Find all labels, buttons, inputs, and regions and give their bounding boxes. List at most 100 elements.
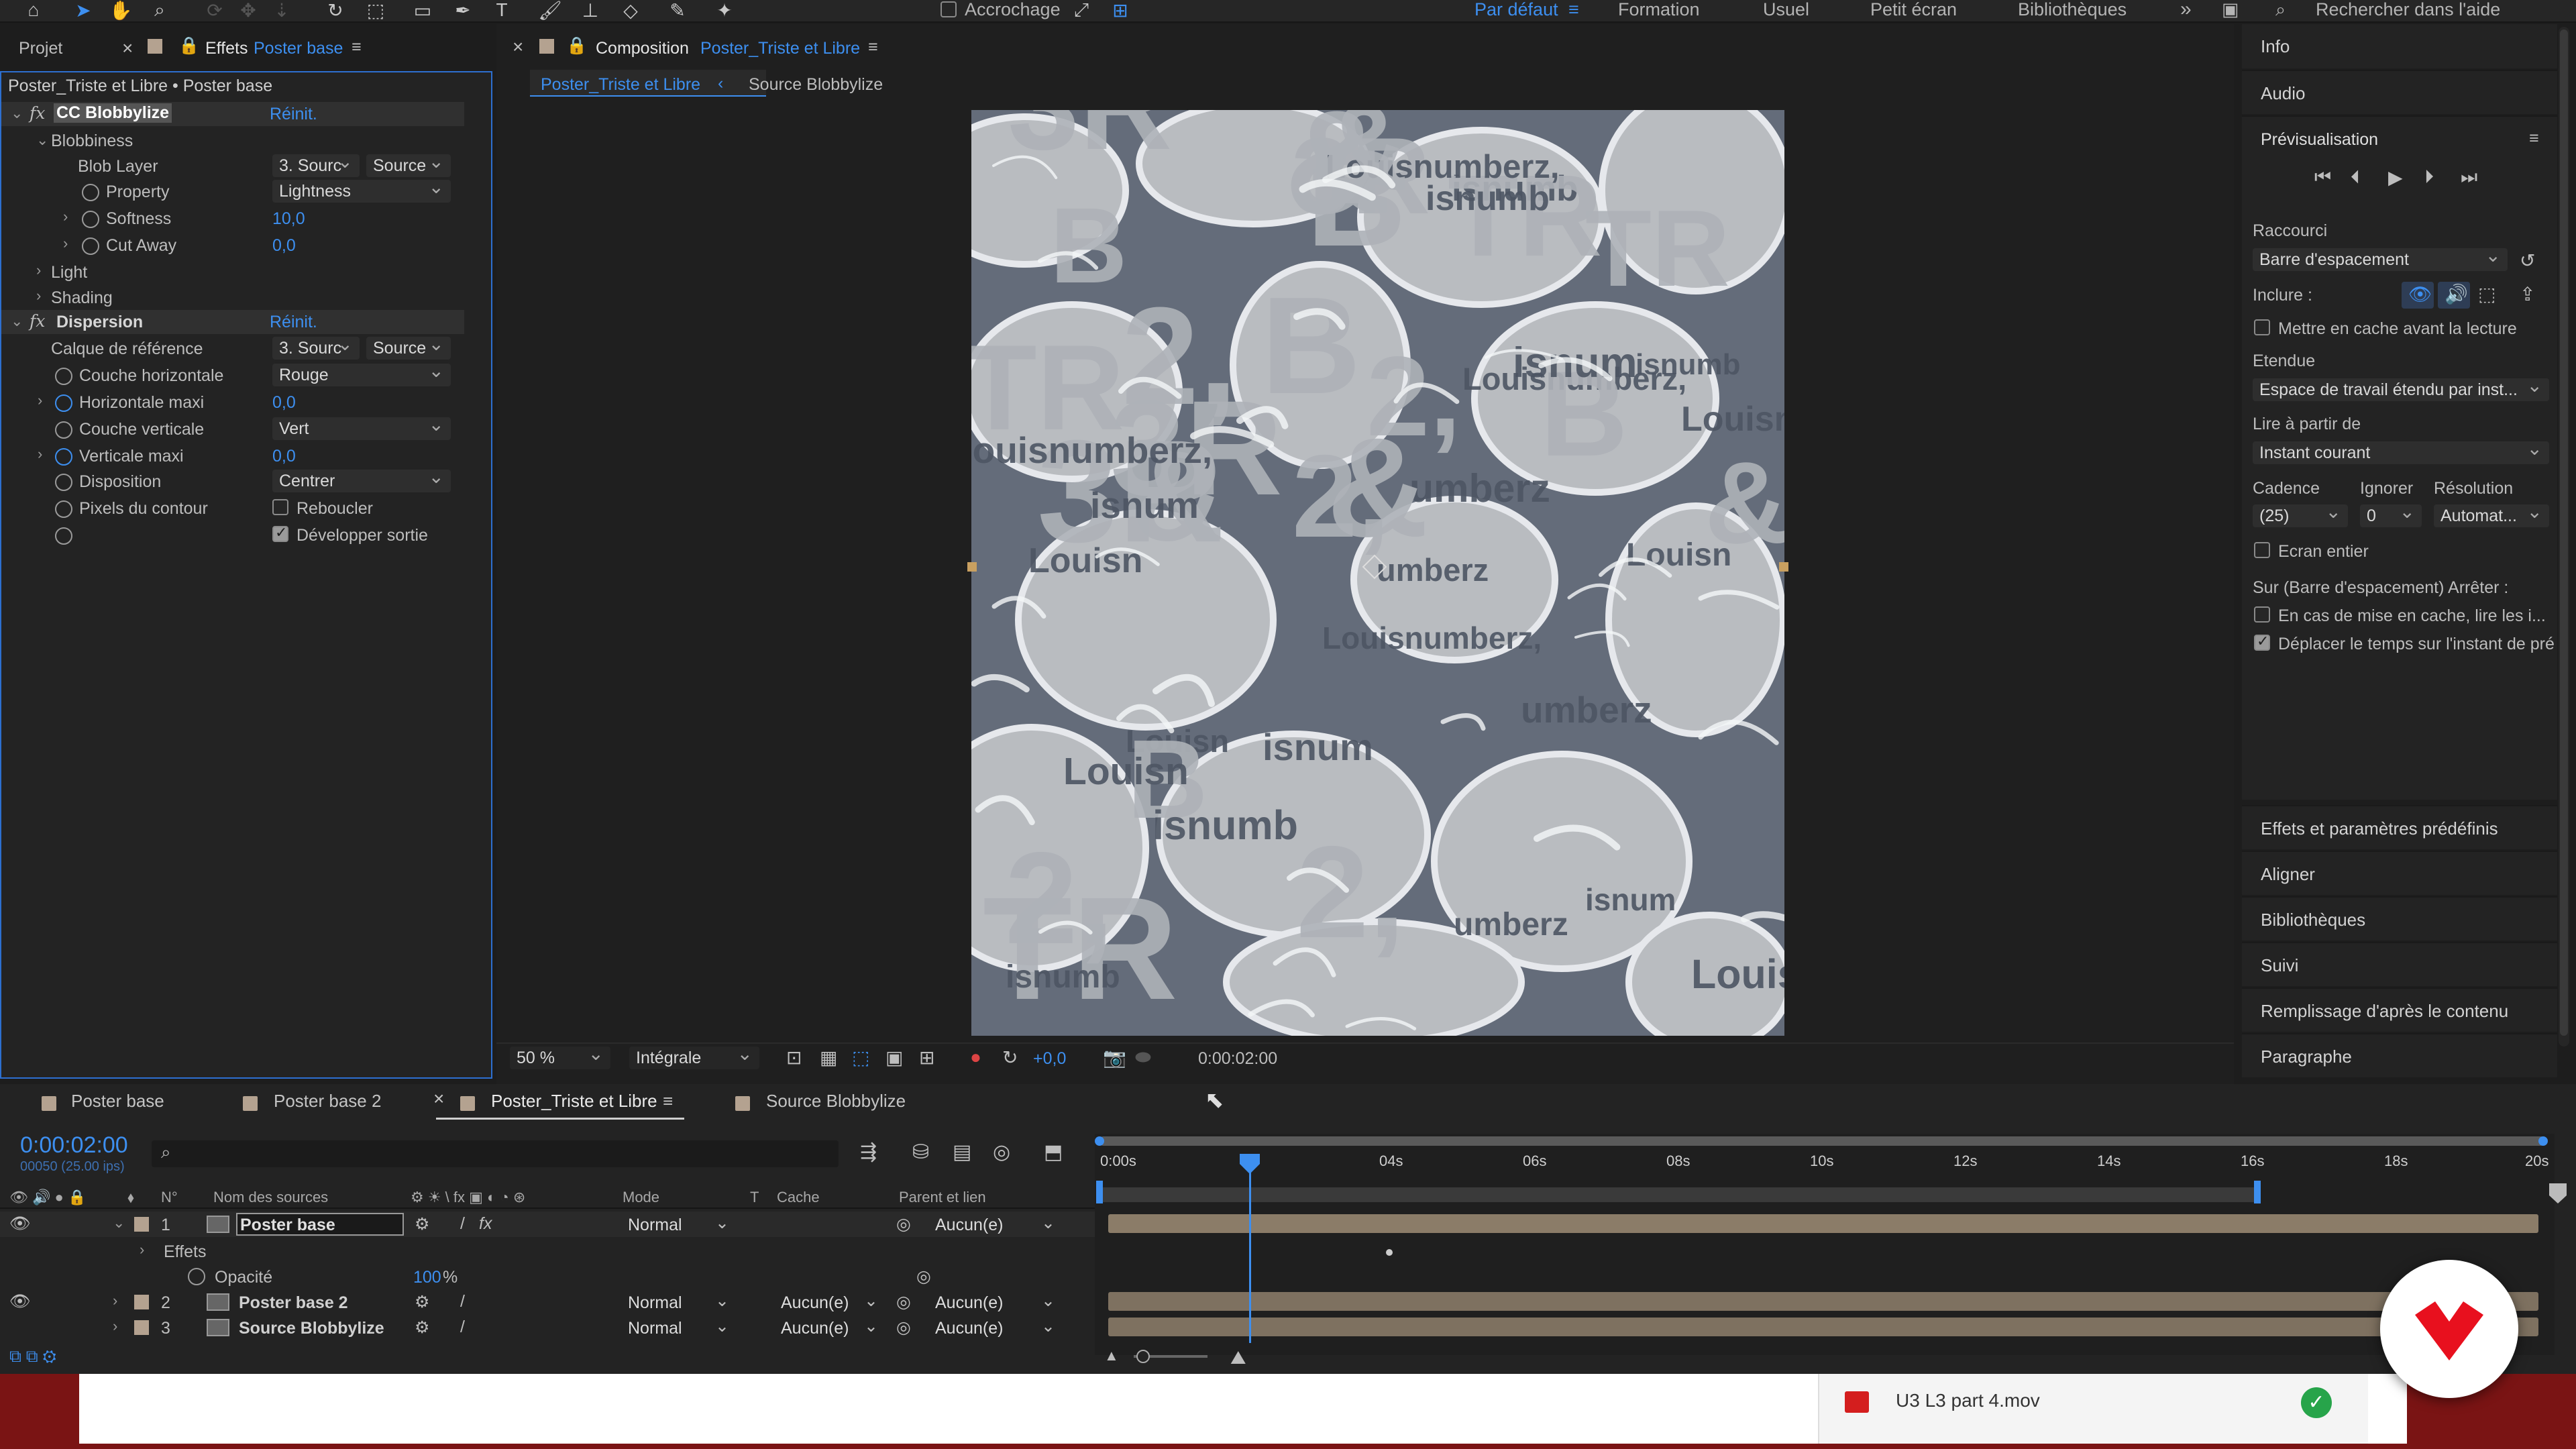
zoom-slider-thumb[interactable] bbox=[1136, 1350, 1150, 1363]
effects-row-label[interactable]: Effets bbox=[164, 1242, 206, 1262]
show-snapshot-icon[interactable]: ⬬ bbox=[1135, 1046, 1151, 1069]
chevron-right-icon[interactable]: › bbox=[113, 1292, 117, 1309]
tab-project[interactable]: Projet bbox=[19, 39, 62, 58]
work-area-scroll[interactable] bbox=[1099, 1136, 2545, 1146]
quality-switch-icon[interactable]: / bbox=[460, 1292, 465, 1311]
timeline-search-input[interactable] bbox=[152, 1140, 839, 1167]
audio-panel-header[interactable]: Audio bbox=[2242, 70, 2557, 114]
zoom-out-icon[interactable]: ▲ bbox=[1104, 1347, 1119, 1364]
stopwatch-icon[interactable] bbox=[55, 474, 72, 491]
dolly-icon[interactable]: ⇣ bbox=[268, 0, 295, 21]
workspace-menu-icon[interactable]: ≡ bbox=[1568, 0, 1579, 20]
scrollbar-thumb[interactable] bbox=[2560, 30, 2568, 1036]
workspace-petit-ecran[interactable]: Petit écran bbox=[1870, 0, 1957, 20]
paragraph-header[interactable]: Paragraphe bbox=[2242, 1033, 2557, 1077]
chevron-down-icon[interactable]: ⌄ bbox=[864, 1316, 878, 1336]
workspace-par-defaut[interactable]: Par défaut bbox=[1474, 0, 1558, 20]
layer-bar-1[interactable] bbox=[1108, 1214, 2538, 1233]
wrap-checkbox[interactable] bbox=[272, 499, 288, 515]
search-icon[interactable]: ⌕ bbox=[2275, 0, 2286, 20]
pickwhip-icon[interactable]: ◎ bbox=[916, 1267, 931, 1287]
layer-parent[interactable]: Aucun(e) bbox=[935, 1319, 1003, 1338]
opacity-value[interactable]: 100 bbox=[413, 1268, 441, 1287]
cache-before-checkbox[interactable] bbox=[2254, 319, 2270, 335]
tab-effects[interactable]: Effets bbox=[205, 39, 248, 58]
first-frame-icon[interactable]: ⏮ bbox=[2314, 166, 2331, 189]
layer-row-2[interactable]: 👁 › 2 Poster base 2 ⚙ / Normal ⌄ Aucun(e… bbox=[0, 1289, 1095, 1315]
workspace-bibliotheques[interactable]: Bibliothèques bbox=[2018, 0, 2127, 20]
layer-parent[interactable]: Aucun(e) bbox=[935, 1216, 1003, 1235]
work-area-bar[interactable] bbox=[1102, 1187, 2255, 1202]
stopwatch-icon[interactable] bbox=[188, 1268, 205, 1285]
layer-name[interactable]: Source Blobbylize bbox=[239, 1319, 384, 1338]
eraser-icon[interactable]: ◇ bbox=[617, 0, 644, 21]
clone-stamp-icon[interactable]: ⊥ bbox=[577, 0, 604, 21]
close-icon[interactable]: × bbox=[513, 36, 523, 58]
chevron-right-icon[interactable]: › bbox=[38, 392, 42, 409]
graph-editor-icon[interactable]: ⬒ bbox=[1044, 1140, 1063, 1164]
chevron-down-icon[interactable]: ⌄ bbox=[1041, 1291, 1055, 1311]
transparency-grid-icon[interactable]: ▦ bbox=[820, 1046, 837, 1069]
timeline-tab-poster-base-2[interactable]: Poster base 2 bbox=[274, 1091, 381, 1112]
canvas-handle-right[interactable] bbox=[1779, 562, 1788, 572]
chevron-right-icon[interactable]: › bbox=[36, 287, 41, 305]
breadcrumb-active-label[interactable]: Poster_Triste et Libre bbox=[541, 75, 700, 95]
layer-bar-2[interactable] bbox=[1108, 1292, 2538, 1311]
brush-icon[interactable]: 🖌 bbox=[537, 0, 564, 21]
layout-dropdown[interactable]: Centrer bbox=[272, 470, 451, 492]
motion-blur-icon[interactable]: ◎ bbox=[993, 1140, 1010, 1164]
v-max-value[interactable]: 0,0 bbox=[272, 447, 296, 466]
cut-away-value[interactable]: 0,0 bbox=[272, 236, 296, 256]
snapping-checkbox[interactable] bbox=[941, 1, 957, 17]
rotate-icon[interactable]: ↻ bbox=[322, 0, 349, 21]
fx-icon[interactable]: fx bbox=[30, 103, 45, 123]
quality-switch-icon[interactable]: / bbox=[460, 1318, 465, 1337]
close-icon[interactable]: × bbox=[433, 1088, 444, 1110]
stopwatch-icon[interactable] bbox=[82, 211, 99, 228]
work-area-in-marker[interactable] bbox=[1096, 1181, 1103, 1203]
rectangle-icon[interactable]: ▭ bbox=[409, 0, 436, 21]
layer-row-3[interactable]: › 3 Source Blobbylize ⚙ / Normal ⌄ Aucun… bbox=[0, 1315, 1095, 1340]
layer-mode[interactable]: Normal bbox=[628, 1319, 682, 1338]
blobbiness-group[interactable]: Blobbiness bbox=[51, 131, 133, 151]
selection-icon[interactable]: ➤ bbox=[70, 0, 97, 21]
panel-menu-icon[interactable]: ≡ bbox=[2529, 129, 2539, 148]
chevron-down-icon[interactable]: ⌄ bbox=[11, 313, 23, 330]
layer-matte[interactable]: Aucun(e) bbox=[781, 1293, 849, 1313]
effects-row[interactable]: › Effets bbox=[0, 1238, 1095, 1264]
snapshot-icon[interactable]: 📷 bbox=[1103, 1046, 1126, 1069]
fast-previews-icon[interactable]: ⊡ bbox=[786, 1046, 802, 1069]
work-area-end-handle[interactable] bbox=[2538, 1136, 2548, 1146]
chevron-right-icon[interactable]: › bbox=[36, 262, 41, 279]
reset-blobbylize-link[interactable]: Réinit. bbox=[270, 105, 317, 124]
timeline-timecode[interactable]: 0:00:02:00 bbox=[20, 1132, 128, 1159]
h-channel-dropdown[interactable]: Rouge bbox=[272, 364, 451, 386]
chevron-down-icon[interactable]: ⌄ bbox=[1041, 1316, 1055, 1336]
workspace-formation[interactable]: Formation bbox=[1618, 0, 1700, 20]
help-search-input[interactable]: Rechercher dans l'aide bbox=[2316, 0, 2500, 20]
property-dropdown[interactable]: Lightness bbox=[272, 180, 451, 203]
softness-value[interactable]: 10,0 bbox=[272, 209, 305, 229]
close-icon[interactable]: × bbox=[122, 38, 133, 59]
stopwatch-icon[interactable] bbox=[55, 500, 72, 518]
snap-options-icon[interactable]: ⊞ bbox=[1107, 0, 1134, 21]
light-group[interactable]: Light bbox=[51, 263, 87, 282]
lock-icon[interactable]: 🔒 bbox=[566, 36, 587, 56]
puppet-icon[interactable]: ✦ bbox=[711, 0, 738, 21]
play-icon[interactable]: ▶ bbox=[2388, 166, 2403, 189]
layer-parent[interactable]: Aucun(e) bbox=[935, 1293, 1003, 1313]
framerate-dropdown[interactable]: (25) bbox=[2253, 504, 2348, 527]
resolution-dropdown[interactable]: Intégrale bbox=[629, 1046, 759, 1069]
effects-presets-header[interactable]: Effets et paramètres prédéfinis bbox=[2242, 805, 2557, 849]
pickwhip-icon[interactable]: ◎ bbox=[896, 1318, 911, 1338]
reset-shortcut-icon[interactable]: ↺ bbox=[2520, 250, 2535, 272]
chevron-down-icon[interactable]: ⌄ bbox=[864, 1291, 878, 1311]
timeline-bottom-icons[interactable]: ⧉ ⧉ ⚙ bbox=[9, 1347, 56, 1366]
tab-effects-layer[interactable]: Poster base bbox=[254, 39, 343, 58]
work-area-out-marker[interactable] bbox=[2254, 1181, 2261, 1203]
layer-row-1[interactable]: 👁 ⌄ 1 Poster base ⚙ / fx Normal ⌄ ◎ Aucu… bbox=[0, 1212, 1095, 1237]
blob-layer-source-dropdown[interactable]: Source bbox=[366, 154, 451, 177]
zoom-in-icon[interactable]: ⛰ bbox=[1230, 1347, 1246, 1369]
draft-3d-icon[interactable]: ⛁ bbox=[912, 1140, 929, 1164]
opacity-row[interactable]: Opacité 100 % ◎ bbox=[0, 1264, 1095, 1289]
